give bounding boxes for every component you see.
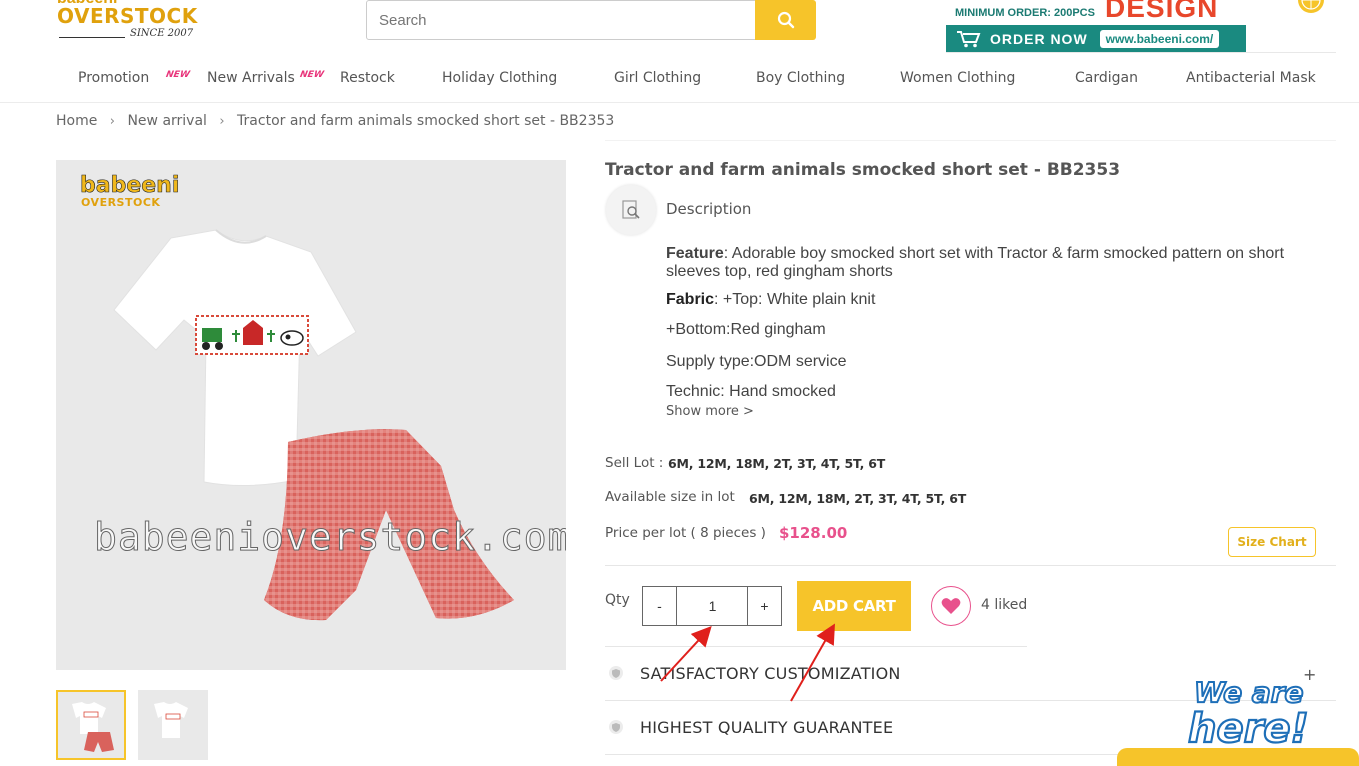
nav-item-women-clothing[interactable]: Women Clothing [900,70,1015,86]
price-value: $128.00 [779,524,848,542]
main-nav: Promotion NEW New Arrivals NEW Restock H… [0,54,1359,102]
promo-banner[interactable]: MINIMUM ORDER: 200PCS DESIGN ORDER NOW w… [946,0,1246,52]
fabric-paragraph: Fabric: +Top: White plain knit [666,291,875,309]
chat-line-1: We are [1194,676,1304,709]
shield-icon [609,720,623,734]
size-chart-button[interactable]: Size Chart [1228,527,1316,557]
technic-paragraph: Technic: Hand smocked [666,383,836,400]
available-size-label: Available size in lot [605,489,735,505]
header-divider [946,52,1336,53]
nav-item-girl-clothing[interactable]: Girl Clothing [614,70,701,86]
fabric-label: Fabric [666,291,715,308]
guarantee-quality[interactable]: HIGHEST QUALITY GUARANTEE [640,718,893,737]
nav-item-boy-clothing[interactable]: Boy Clothing [756,70,845,86]
feature-label: Feature [666,245,724,262]
breadcrumb-section[interactable]: New arrival [127,113,206,129]
sell-lot-label: Sell Lot : [605,455,664,471]
chevron-right-icon: › [219,114,225,129]
new-badge: NEW [299,70,325,80]
language-globe-icon[interactable] [1297,0,1325,16]
chat-bar[interactable] [1117,748,1359,766]
feature-text: : Adorable boy smocked short set with Tr… [666,245,1285,280]
price-label: Price per lot ( 8 pieces ) [605,525,766,541]
search-button[interactable] [755,0,816,40]
nav-item-promotion[interactable]: Promotion [78,70,149,86]
description-icon-wrap [606,185,656,235]
qty-increment-button[interactable]: + [747,586,782,626]
promo-order-bar[interactable]: ORDER NOW www.babeeni.com/ [946,25,1246,52]
feature-paragraph: Feature: Adorable boy smocked short set … [666,245,1306,281]
promo-url: www.babeeni.com/ [1099,29,1220,48]
breadcrumb-current: Tractor and farm animals smocked short s… [237,113,615,129]
qty-decrement-button[interactable]: - [642,586,677,626]
logo-overstock-text: OVERSTOCK [57,4,198,28]
nav-item-holiday-clothing[interactable]: Holiday Clothing [442,70,557,86]
thumbnail-photo [58,692,124,758]
qty-input[interactable] [677,586,748,626]
nav-item-antibacterial-mask[interactable]: Antibacterial Mask [1186,70,1316,86]
logo-since-text: SINCE 2007 [130,28,194,39]
shield-icon [609,666,623,680]
promo-design: DESIGN [1105,0,1219,23]
breadcrumb-home[interactable]: Home [56,113,97,129]
fabric-text: : +Top: White plain knit [714,291,876,308]
supply-paragraph: Supply type:ODM service [666,353,847,370]
site-logo[interactable]: babeeni OVERSTOCK SINCE 2007 [57,0,197,44]
thumbnail-1[interactable] [56,690,126,760]
product-main-image[interactable]: babeeni OVERSTOCK babeenioverstock.com [56,160,566,670]
promo-order-now: ORDER NOW [990,30,1088,47]
logo-divider [59,37,125,38]
chat-line-2: here! [1188,706,1309,748]
nav-item-cardigan[interactable]: Cardigan [1075,70,1138,86]
image-watermark: babeenioverstock.com [94,515,566,559]
product-photo: babeeni OVERSTOCK babeenioverstock.com [80,173,566,621]
nav-item-new-arrivals[interactable]: New Arrivals [207,70,295,86]
image-logo-word: babeeni [80,173,179,198]
liked-count: 4 liked [981,597,1028,613]
search-input[interactable] [366,0,756,40]
divider [605,646,1027,647]
breadcrumb: Home › New arrival › Tractor and farm an… [56,113,622,129]
divider [605,140,1336,141]
image-logo-sub: OVERSTOCK [81,196,160,209]
promo-min-order: MINIMUM ORDER: 200PCS [955,7,1095,19]
like-button[interactable] [931,586,971,626]
thumbnail-2[interactable] [138,690,208,760]
chevron-right-icon: › [109,114,115,129]
product-title: Tractor and farm animals smocked short s… [605,160,1121,180]
description-label: Description [666,200,752,218]
chat-widget-graphic: We are here! [1187,675,1310,753]
sell-lot-value: 6M, 12M, 18M, 2T, 3T, 4T, 5T, 6T [668,456,886,471]
cart-icon [957,30,981,47]
bottom-paragraph: +Bottom:Red gingham [666,321,826,338]
heart-icon [941,598,961,614]
new-badge: NEW [165,70,191,80]
description-search-icon [622,200,640,219]
guarantee-customization[interactable]: SATISFACTORY CUSTOMIZATION [640,664,901,683]
divider [605,565,1336,566]
available-size-value: 6M, 12M, 18M, 2T, 3T, 4T, 5T, 6T [749,491,967,506]
search-icon [777,11,794,29]
nav-divider [0,102,1359,103]
nav-item-restock[interactable]: Restock [340,70,395,86]
chat-widget-badge[interactable]: We are here! [1186,672,1332,753]
add-cart-button[interactable]: ADD CART [797,581,911,631]
qty-label: Qty [605,592,630,608]
thumbnail-photo [138,690,204,756]
show-more-link[interactable]: Show more > [666,404,754,419]
